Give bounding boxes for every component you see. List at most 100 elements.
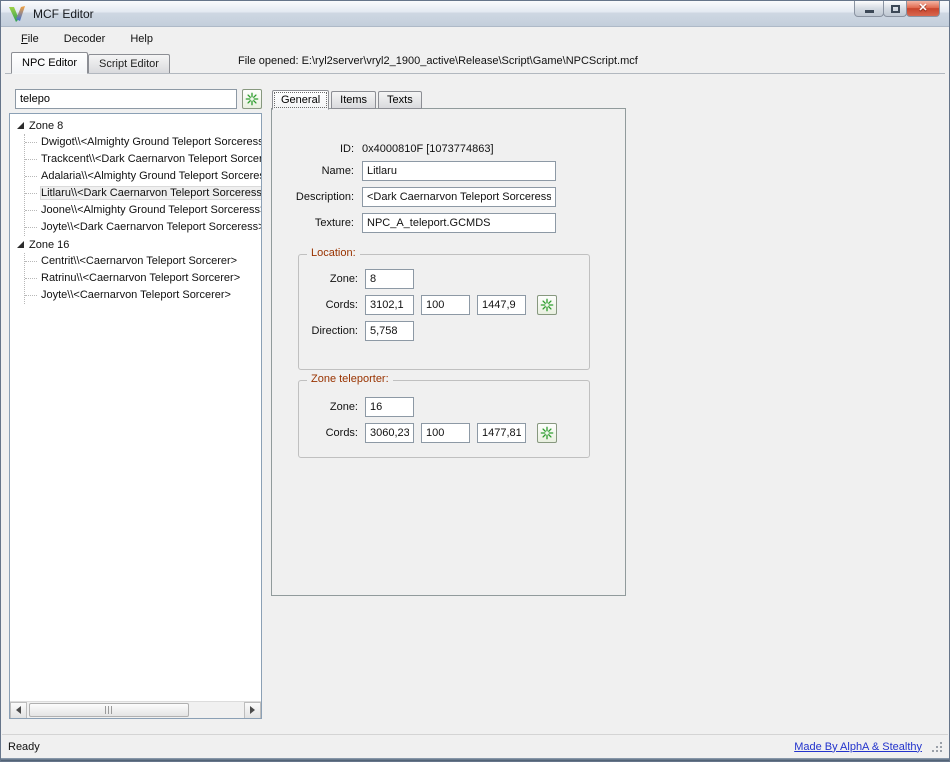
npc-tree: Zone 8 Dwigot\\<Almighty Ground Teleport … <box>10 114 261 701</box>
name-input[interactable] <box>362 161 556 181</box>
minimize-button[interactable] <box>854 1 884 17</box>
teleporter-zone-row: Zone: <box>299 397 421 417</box>
starburst-icon <box>245 92 259 106</box>
tree-expander-icon[interactable] <box>17 122 24 129</box>
maximize-icon <box>891 5 900 13</box>
menu-bar: File Decoder Help <box>2 28 948 49</box>
description-input[interactable] <box>362 187 556 207</box>
npc-tree-container: Zone 8 Dwigot\\<Almighty Ground Teleport … <box>9 113 262 719</box>
detail-tab-strip: General Items Texts <box>272 89 424 109</box>
location-direction-row: Direction: <box>299 321 421 341</box>
tree-npc-item[interactable]: Trackcent\\<Dark Caernarvon Teleport Sor… <box>25 151 261 168</box>
description-row: Description: <box>272 187 556 207</box>
texture-row: Texture: <box>272 213 556 233</box>
location-locate-button[interactable] <box>537 295 557 315</box>
starburst-icon <box>540 426 554 440</box>
location-groupbox: Location: Zone: Cords: <box>298 254 590 370</box>
title-bar[interactable]: MCF Editor ✕ <box>1 1 949 27</box>
arrow-right-icon <box>250 706 255 714</box>
teleporter-zone-label: Zone: <box>299 401 358 413</box>
tree-npc-item[interactable]: Dwigot\\<Almighty Ground Teleport Sorcer… <box>25 134 261 151</box>
tree-zone-label: Zone 8 <box>29 120 63 132</box>
scrollbar-track[interactable] <box>27 702 244 719</box>
tree-npc-label: Adalaria\\<Almighty Ground Teleport Sorc… <box>41 170 261 182</box>
description-label: Description: <box>272 191 354 203</box>
tree-npc-item[interactable]: Joone\\<Almighty Ground Teleport Sorcere… <box>25 202 261 219</box>
id-value: 0x4000810F [1073774863] <box>362 143 494 155</box>
status-text: Ready <box>8 741 794 753</box>
tree-npc-item[interactable]: Ratrinu\\<Caernarvon Teleport Sorcerer> <box>25 270 261 287</box>
tree-npc-label: Centrit\\<Caernarvon Teleport Sorcerer> <box>41 255 237 267</box>
tree-npc-label: Dwigot\\<Almighty Ground Teleport Sorcer… <box>41 136 261 148</box>
tree-npc-label: Ratrinu\\<Caernarvon Teleport Sorcerer> <box>41 272 240 284</box>
teleporter-cord-z-input[interactable] <box>477 423 526 443</box>
tree-zone-node[interactable]: Zone 16 <box>14 236 261 253</box>
tree-npc-item[interactable]: Litlaru\\<Dark Caernarvon Teleport Sorce… <box>25 185 261 202</box>
window-title: MCF Editor <box>33 7 94 21</box>
name-label: Name: <box>272 165 354 177</box>
tab-texts[interactable]: Texts <box>378 91 422 109</box>
tab-npc-editor[interactable]: NPC Editor <box>11 52 88 74</box>
scroll-left-button[interactable] <box>10 702 27 719</box>
mcf-editor-window: MCF Editor ✕ File Decoder Help NPC Edito… <box>0 0 950 762</box>
status-bar: Ready Made By AlphA & Stealthy <box>2 734 948 758</box>
search-input[interactable] <box>15 89 237 109</box>
starburst-icon <box>540 298 554 312</box>
tree-npc-item[interactable]: Centrit\\<Caernarvon Teleport Sorcerer> <box>25 253 261 270</box>
texture-input[interactable] <box>362 213 556 233</box>
tree-npc-label: Joyte\\<Dark Caernarvon Teleport Sorcere… <box>41 221 261 233</box>
location-direction-label: Direction: <box>299 325 358 337</box>
id-row: ID: 0x4000810F [1073774863] <box>272 143 494 155</box>
app-logo-icon <box>8 5 26 23</box>
tree-npc-label: Litlaru\\<Dark Caernarvon Teleport Sorce… <box>41 187 261 199</box>
credit-link[interactable]: Made By AlphA & Stealthy <box>794 741 922 753</box>
tree-npc-item[interactable]: Adalaria\\<Almighty Ground Teleport Sorc… <box>25 168 261 185</box>
teleporter-groupbox: Zone teleporter: Zone: Cords: <box>298 380 590 458</box>
location-cord-x-input[interactable] <box>365 295 414 315</box>
location-zone-label: Zone: <box>299 273 358 285</box>
arrow-left-icon <box>16 706 21 714</box>
menu-file[interactable]: File <box>13 31 47 47</box>
file-opened-label: File opened: E:\ryl2server\vryl2_1900_ac… <box>238 55 638 67</box>
close-button[interactable]: ✕ <box>906 1 940 17</box>
id-label: ID: <box>272 143 354 155</box>
location-zone-input[interactable] <box>365 269 414 289</box>
location-group-title: Location: <box>307 247 360 259</box>
scroll-right-button[interactable] <box>244 702 261 719</box>
teleporter-cords-label: Cords: <box>299 427 358 439</box>
close-icon: ✕ <box>918 3 927 14</box>
menu-decoder[interactable]: Decoder <box>56 31 114 47</box>
location-direction-input[interactable] <box>365 321 414 341</box>
teleporter-group-title: Zone teleporter: <box>307 373 393 385</box>
tab-items[interactable]: Items <box>331 91 376 109</box>
teleporter-cords-row: Cords: <box>299 423 557 443</box>
tree-npc-item[interactable]: Joyte\\<Dark Caernarvon Teleport Sorcere… <box>25 219 261 236</box>
location-cords-row: Cords: <box>299 295 557 315</box>
tree-npc-label: Joyte\\<Caernarvon Teleport Sorcerer> <box>41 289 231 301</box>
name-row: Name: <box>272 161 556 181</box>
tree-zone-label: Zone 16 <box>29 239 69 251</box>
location-cord-z-input[interactable] <box>477 295 526 315</box>
teleporter-cord-x-input[interactable] <box>365 423 414 443</box>
tree-expander-icon[interactable] <box>17 241 24 248</box>
tree-npc-item[interactable]: Joyte\\<Caernarvon Teleport Sorcerer> <box>25 287 261 304</box>
scrollbar-grip-icon <box>105 706 113 714</box>
resize-grip[interactable] <box>932 742 942 752</box>
tab-general[interactable]: General <box>272 90 329 110</box>
scrollbar-thumb[interactable] <box>29 703 189 717</box>
teleporter-zone-input[interactable] <box>365 397 414 417</box>
maximize-button[interactable] <box>883 1 907 17</box>
general-panel: ID: 0x4000810F [1073774863] Name: Descri… <box>271 108 626 596</box>
location-zone-row: Zone: <box>299 269 421 289</box>
tree-npc-label: Trackcent\\<Dark Caernarvon Teleport Sor… <box>41 153 261 165</box>
teleporter-cord-y-input[interactable] <box>421 423 470 443</box>
teleporter-locate-button[interactable] <box>537 423 557 443</box>
location-cord-y-input[interactable] <box>421 295 470 315</box>
menu-help[interactable]: Help <box>122 31 161 47</box>
tree-zone-node[interactable]: Zone 8 <box>14 117 261 134</box>
window-controls: ✕ <box>855 1 940 17</box>
tree-horizontal-scrollbar[interactable] <box>10 701 261 718</box>
location-cords-label: Cords: <box>299 299 358 311</box>
tab-script-editor[interactable]: Script Editor <box>88 54 170 73</box>
search-find-button[interactable] <box>242 89 262 109</box>
